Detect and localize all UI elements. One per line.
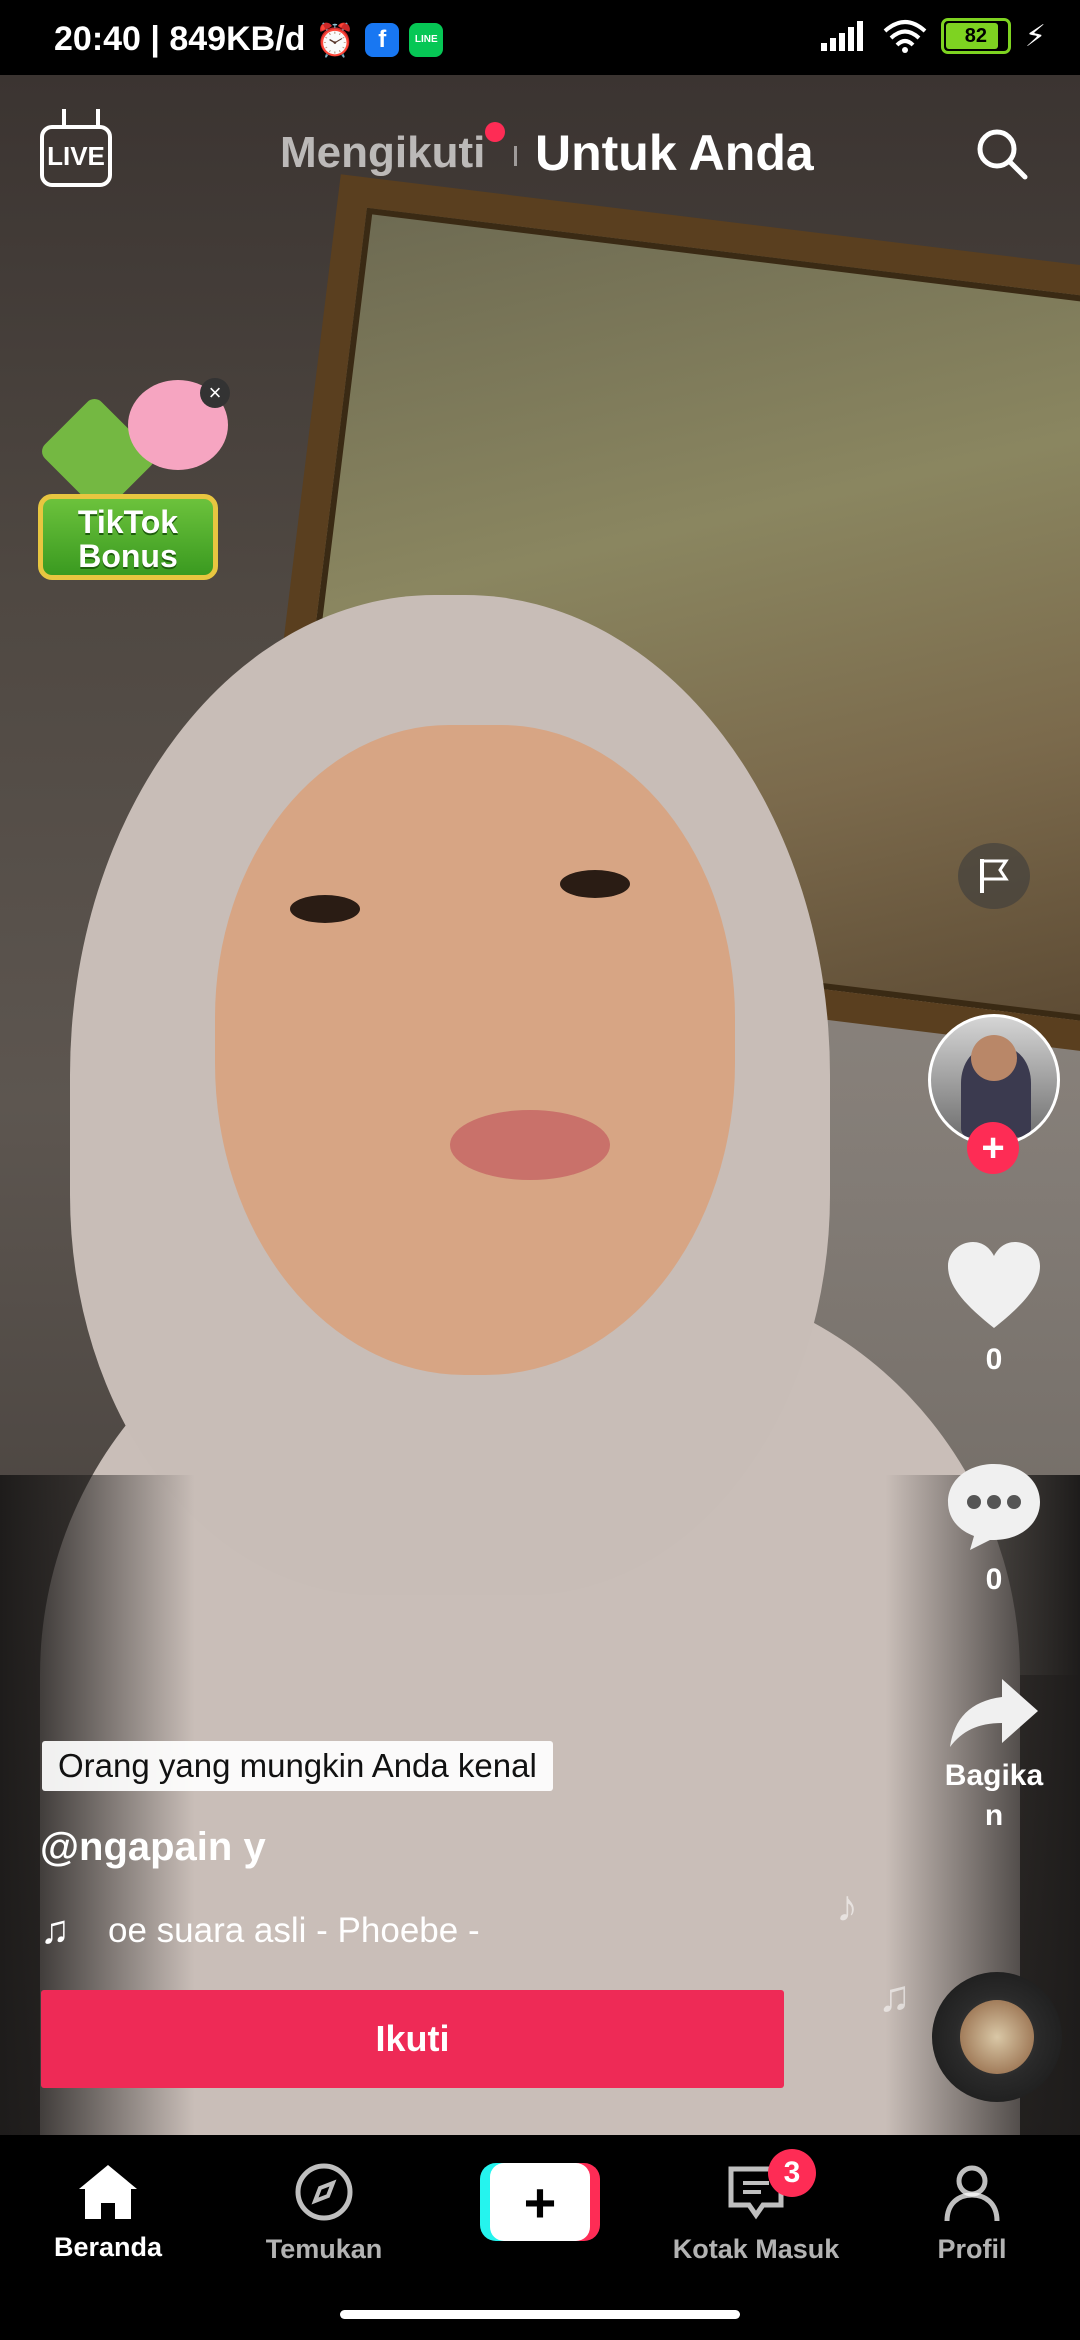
- mouth: [450, 1110, 610, 1180]
- floating-note-icon-2: ♫: [878, 1972, 911, 2021]
- home-indicator[interactable]: [340, 2310, 740, 2319]
- battery-level: 82: [964, 24, 988, 47]
- nav-discover[interactable]: Temukan: [224, 2161, 424, 2265]
- battery-icon: 82: [940, 18, 1011, 54]
- status-bar: 20:40 | 849KB/d ⏰ f LINE 82 ⚡: [0, 0, 1080, 75]
- bonus-title-line2: Bonus: [78, 538, 178, 574]
- plus-icon: +: [490, 2163, 590, 2241]
- bonus-close-button[interactable]: ×: [200, 378, 230, 408]
- person-face: [215, 725, 735, 1375]
- status-left: 20:40 | 849KB/d ⏰ f LINE: [54, 20, 444, 59]
- tab-divider: [514, 146, 517, 166]
- report-flag-button[interactable]: [958, 843, 1030, 909]
- share-arrow-icon: [950, 1679, 1038, 1747]
- charging-icon: ⚡: [1024, 19, 1046, 53]
- home-icon: [79, 2165, 137, 2219]
- music-title: oe suara asli - Phoebe -: [108, 1910, 480, 1950]
- nav-inbox-label: Kotak Masuk: [672, 2234, 840, 2264]
- flag-icon: [980, 859, 1009, 893]
- creator-username[interactable]: @ngapain y: [40, 1825, 266, 1870]
- music-note-icon: ♫: [40, 1908, 70, 1952]
- nav-discover-label: Temukan: [265, 2234, 383, 2264]
- profile-icon: [944, 2165, 1000, 2222]
- tiktok-bonus-widget[interactable]: TikTok Bonus: [37, 370, 228, 580]
- like-button[interactable]: 0: [938, 1240, 1050, 1377]
- share-label: Bagikan: [944, 1759, 1044, 1832]
- notification-dot: [485, 122, 505, 142]
- comment-button[interactable]: 0: [938, 1460, 1050, 1597]
- follow-plus-button[interactable]: +: [967, 1122, 1019, 1174]
- right-eye: [560, 870, 630, 898]
- people-you-may-know-tag: Orang yang mungkin Anda kenal: [42, 1741, 553, 1791]
- follow-button[interactable]: Ikuti: [41, 1990, 784, 2088]
- tab-for-you[interactable]: Untuk Anda: [535, 124, 814, 182]
- music-disc-cover: [960, 2000, 1034, 2074]
- tab-following[interactable]: Mengikuti: [280, 128, 485, 178]
- facebook-icon: f: [365, 22, 400, 57]
- status-time: 20:40 | 849KB/d: [54, 20, 306, 58]
- nav-profile[interactable]: Profil: [872, 2161, 1072, 2265]
- music-disc[interactable]: [932, 1972, 1062, 2102]
- live-label: LIVE: [47, 140, 105, 171]
- compass-icon: [295, 2163, 353, 2221]
- nav-home[interactable]: Beranda: [8, 2161, 208, 2263]
- comment-count: 0: [985, 1563, 1003, 1596]
- like-count: 0: [985, 1343, 1003, 1376]
- comment-icon: [948, 1464, 1040, 1550]
- inbox-badge: 3: [768, 2149, 816, 2197]
- search-icon[interactable]: [975, 127, 1029, 181]
- wifi-icon: [883, 20, 927, 53]
- live-button[interactable]: LIVE: [40, 125, 112, 187]
- share-button[interactable]: Bagikan: [938, 1675, 1050, 1836]
- create-button[interactable]: +: [480, 2163, 600, 2241]
- alarm-icon: ⏰: [315, 21, 356, 58]
- left-eye: [290, 895, 360, 923]
- bonus-title-line1: TikTok: [77, 504, 179, 540]
- signal-icon: [820, 21, 863, 51]
- status-right: 82 ⚡: [820, 18, 1046, 54]
- avatar-head: [971, 1035, 1017, 1081]
- line-today-icon: LINE: [409, 22, 444, 57]
- nav-profile-label: Profil: [937, 2234, 1007, 2264]
- nav-inbox[interactable]: Kotak Masuk: [656, 2161, 856, 2265]
- heart-icon: [948, 1242, 1040, 1328]
- music-row[interactable]: ♫ oe suara asli - Phoebe -: [40, 1908, 588, 1953]
- nav-home-label: Beranda: [53, 2232, 163, 2262]
- bonus-label: TikTok Bonus: [38, 494, 218, 580]
- floating-note-icon: ♪: [836, 1882, 858, 1931]
